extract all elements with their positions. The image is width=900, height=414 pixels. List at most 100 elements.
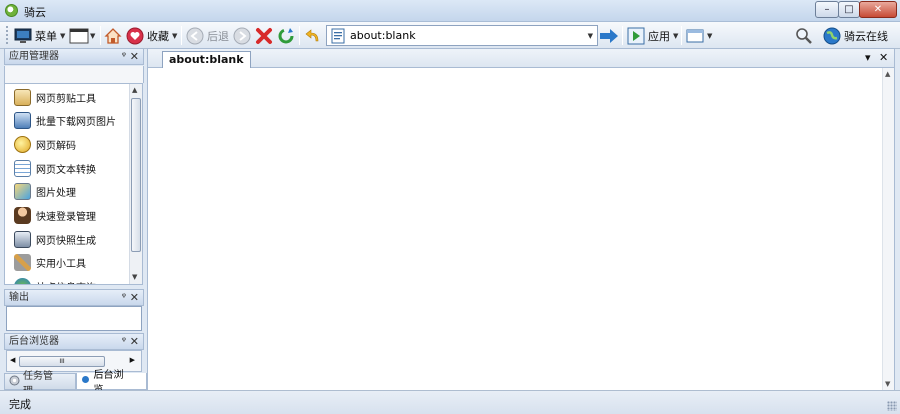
image-process-icon	[14, 183, 31, 201]
home-icon	[104, 27, 122, 45]
tool-item[interactable]: 网页文本转换	[14, 157, 96, 179]
output-header: 输出 ᵠ ✕	[4, 289, 144, 306]
tool-item[interactable]: 快速登录管理	[14, 205, 96, 227]
address-dropdown-icon[interactable]: ▼	[588, 32, 593, 40]
close-window-button[interactable]: ✕	[859, 1, 897, 18]
scroll-down-icon[interactable]: ▼	[885, 380, 890, 388]
tool-item[interactable]: 网页剪贴工具	[14, 86, 96, 108]
tab-task-manager[interactable]: 任务管理...	[4, 371, 77, 397]
text-convert-icon	[14, 159, 31, 177]
status-bar: 完成	[0, 390, 900, 414]
site-info-icon	[14, 278, 31, 284]
apps-button[interactable]: 应用 ▼	[627, 25, 678, 46]
forward-arrow-icon	[233, 27, 251, 45]
download-images-icon	[14, 112, 31, 130]
tab-background-browser[interactable]: 后台浏览...	[76, 370, 147, 396]
tab-about-blank[interactable]: about:blank	[162, 51, 251, 68]
tool-item[interactable]: 网页解码	[14, 133, 76, 155]
refresh-button[interactable]	[277, 25, 295, 46]
stop-button[interactable]	[255, 25, 273, 46]
window-layout-button[interactable]: ▼	[69, 25, 95, 46]
menu-button[interactable]: 菜单 ▼	[14, 25, 65, 46]
scrollbar-thumb[interactable]	[131, 98, 141, 252]
scroll-up-icon[interactable]: ▲	[885, 70, 890, 78]
back-button[interactable]: 后退	[186, 25, 229, 46]
home-button[interactable]	[104, 25, 122, 46]
tool-item-label: 网页快照生成	[36, 235, 96, 247]
tools-icon	[14, 254, 31, 272]
address-bar[interactable]: ▼	[326, 25, 598, 46]
pin-icon[interactable]: ᵠ	[122, 334, 126, 349]
close-tab-icon[interactable]: ✕	[879, 51, 888, 64]
scrollbar-thumb[interactable]: III	[19, 356, 105, 367]
maximize-button[interactable]: □	[838, 1, 860, 18]
favorites-button[interactable]: 收藏 ▼	[126, 25, 177, 46]
user-login-icon	[14, 207, 31, 224]
tab-list-dropdown-icon[interactable]: ▾	[865, 51, 871, 64]
apps-play-icon	[627, 27, 645, 45]
online-button[interactable]: 骑云在线	[823, 25, 888, 46]
tool-item[interactable]: 站点信息查询	[14, 276, 96, 284]
close-panel-icon[interactable]: ✕	[130, 334, 139, 349]
apps-label: 应用	[648, 29, 670, 43]
output-textbox[interactable]	[6, 306, 142, 331]
tool-item-label: 网页剪贴工具	[36, 93, 96, 105]
snapshot-icon	[14, 230, 31, 248]
page-icon	[330, 28, 346, 44]
refresh-icon	[277, 27, 295, 45]
tool-item[interactable]: 网页快照生成	[14, 228, 96, 250]
address-input[interactable]	[350, 29, 588, 42]
tool-item[interactable]: 实用小工具	[14, 252, 86, 274]
browser-content-area: about:blank ▾ ✕ ▲ ▼	[147, 48, 895, 390]
globe-dot-icon	[81, 375, 90, 387]
background-browser-header: 后台浏览器 ᵠ ✕	[4, 333, 144, 350]
pin-icon[interactable]: ᵠ	[122, 49, 126, 64]
tool-item[interactable]: 批量下载网页图片	[14, 110, 116, 132]
toolbar-separator	[622, 26, 623, 45]
app-manager-title: 应用管理器	[9, 51, 59, 62]
close-panel-icon[interactable]: ✕	[130, 49, 139, 64]
scroll-left-icon[interactable]: ◀	[10, 356, 15, 364]
scroll-right-icon[interactable]: ▶	[130, 356, 135, 364]
go-button[interactable]	[599, 25, 618, 46]
app-logo-icon	[5, 4, 18, 17]
minimize-button[interactable]: –	[815, 1, 839, 18]
chevron-down-icon: ▼	[90, 31, 96, 40]
app-manager-toolbar-strip	[4, 66, 144, 83]
close-panel-icon[interactable]: ✕	[130, 290, 139, 305]
scroll-up-icon[interactable]: ▲	[132, 86, 137, 94]
tool-item-label: 网页解码	[36, 140, 76, 152]
undo-close-button[interactable]	[304, 25, 322, 46]
status-text: 完成	[9, 398, 31, 411]
page-vertical-scrollbar[interactable]: ▲ ▼	[882, 68, 894, 390]
tool-item-label: 批量下载网页图片	[36, 117, 116, 129]
online-label: 骑云在线	[844, 29, 888, 43]
heart-favorites-icon	[126, 27, 144, 45]
decode-icon	[14, 135, 31, 153]
tool-item-label: 站点信息查询	[36, 279, 96, 284]
scroll-down-icon[interactable]: ▼	[132, 273, 137, 281]
toolbar-separator	[299, 26, 300, 45]
toolbar-separator	[681, 26, 682, 45]
web-page-viewport[interactable]	[148, 68, 882, 390]
toolbar-grip[interactable]	[6, 26, 8, 45]
chevron-down-icon: ▼	[707, 31, 713, 40]
window-list-button[interactable]: ▼	[686, 25, 712, 46]
tool-list-scrollbar[interactable]: ▲ ▼	[129, 84, 142, 284]
stop-x-icon	[255, 27, 273, 45]
globe-icon	[823, 27, 841, 45]
tool-item-label: 实用小工具	[36, 259, 86, 271]
window-title: 骑云	[24, 6, 46, 19]
chevron-down-icon: ▼	[673, 31, 679, 40]
undo-arrow-icon	[304, 27, 322, 45]
monitor-icon	[14, 27, 32, 45]
app-manager-header: 应用管理器 ᵠ ✕	[4, 48, 144, 65]
pin-icon[interactable]: ᵠ	[122, 290, 126, 305]
search-button[interactable]	[795, 25, 813, 46]
back-label: 后退	[207, 29, 229, 43]
main-toolbar: 菜单 ▼ ▼ 收藏 ▼ 后退 about:blank ▼ 应用 ▼ ▼ 骑云在线	[0, 22, 900, 49]
forward-button[interactable]	[233, 25, 251, 46]
tool-list: 站点信息查询 实用小工具 网页快照生成 快速登录管理图片处理 网页文本转换 网页解码 批量下…	[4, 83, 143, 285]
tool-item[interactable]: 图片处理	[14, 181, 76, 203]
resize-grip[interactable]	[887, 401, 897, 411]
